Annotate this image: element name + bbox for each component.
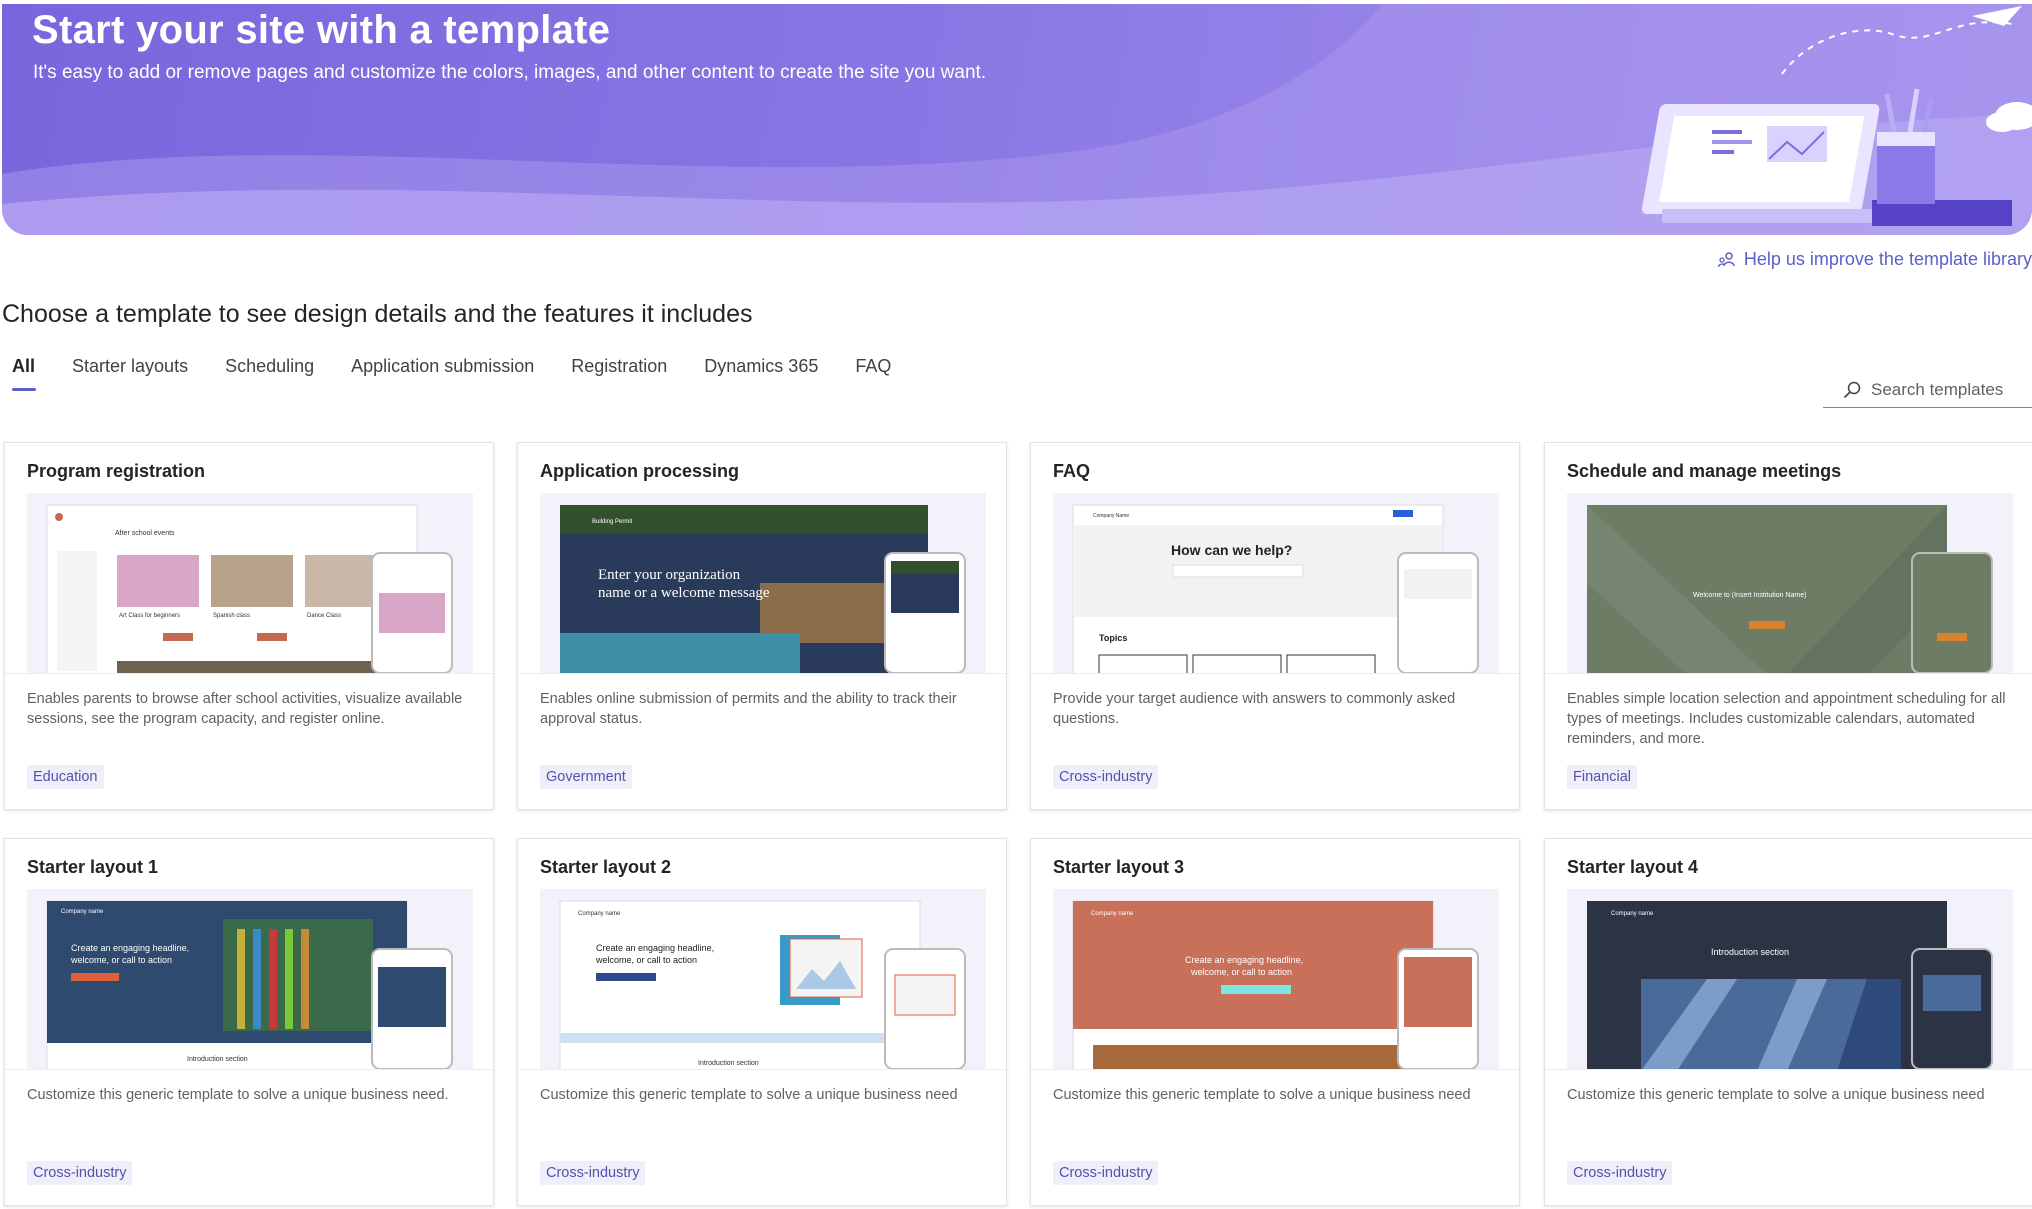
preview-headline-2: welcome, or call to action bbox=[1190, 967, 1292, 977]
preview-intro: Introduction section bbox=[187, 1056, 248, 1063]
preview-card-2: Spanish class bbox=[213, 613, 250, 619]
preview-card-1: Art Class for beginners bbox=[119, 613, 180, 619]
preview-headline-2: welcome, or call to action bbox=[595, 955, 697, 965]
template-card-starter-layout-2[interactable]: Starter layout 2 Company name Create an … bbox=[517, 838, 1007, 1206]
preview-headline-1: Create an engaging headline, bbox=[1185, 955, 1303, 965]
card-description: Provide your target audience with answer… bbox=[1053, 691, 1456, 727]
preview-starter-1-image: Company name Create an engaging headline… bbox=[46, 900, 453, 1069]
section-title: Choose a template to see design details … bbox=[2, 300, 753, 328]
preview-brand: Building Permit bbox=[592, 519, 633, 525]
template-preview: After school events Art Class for beginn… bbox=[27, 493, 473, 673]
card-divider bbox=[1031, 1069, 1519, 1070]
card-title: Application processing bbox=[540, 461, 740, 481]
preview-header: After school events bbox=[115, 530, 175, 537]
template-card-schedule-meetings[interactable]: Schedule and manage meetings Welcome to … bbox=[1544, 442, 2032, 810]
card-divider bbox=[5, 673, 493, 674]
card-description: Enables online submission of permits and… bbox=[540, 691, 957, 727]
industry-tag: Cross-industry bbox=[1567, 1161, 1673, 1185]
template-preview: Company name Create an engaging headline… bbox=[27, 889, 473, 1069]
template-card-program-registration[interactable]: Program registration After school events… bbox=[4, 442, 494, 810]
hero-banner: Start your site with a template It's eas… bbox=[2, 4, 2032, 235]
card-description: Customize this generic template to solve… bbox=[540, 1087, 958, 1103]
card-description: Enables simple location selection and ap… bbox=[1567, 691, 2006, 747]
tab-scheduling[interactable]: Scheduling bbox=[225, 356, 314, 391]
card-title: Starter layout 3 bbox=[1053, 857, 1185, 877]
preview-starter-4-image: Company name Introduction section bbox=[1587, 901, 1993, 1069]
laptop-illustration bbox=[1641, 6, 2032, 226]
template-card-starter-layout-3[interactable]: Starter layout 3 Company name Create an … bbox=[1030, 838, 1520, 1206]
industry-tag: Cross-industry bbox=[1053, 1161, 1159, 1185]
card-divider bbox=[518, 1069, 1006, 1070]
card-divider bbox=[1031, 673, 1519, 674]
card-description: Enables parents to browse after school a… bbox=[27, 691, 463, 727]
template-preview: Company name Introduction section bbox=[1567, 889, 2013, 1069]
tab-starter-layouts[interactable]: Starter layouts bbox=[72, 356, 188, 391]
tab-dynamics-365[interactable]: Dynamics 365 bbox=[704, 356, 818, 391]
industry-tag: Government bbox=[540, 765, 632, 789]
preview-brand: Company name bbox=[1611, 911, 1654, 917]
tab-registration[interactable]: Registration bbox=[571, 356, 667, 391]
card-divider bbox=[5, 1069, 493, 1070]
preview-brand: Company name bbox=[61, 909, 104, 915]
template-preview: Company name Create an engaging headline… bbox=[1053, 889, 1499, 1069]
card-title: FAQ bbox=[1053, 461, 1091, 481]
banner-title: Start your site with a template bbox=[32, 8, 611, 52]
preview-gov-image: Building Permit Enter your organization … bbox=[560, 505, 966, 673]
card-title: Starter layout 4 bbox=[1567, 857, 1699, 877]
template-card-starter-layout-4[interactable]: Starter layout 4 Company name Introducti… bbox=[1544, 838, 2032, 1206]
banner-subtitle: It's easy to add or remove pages and cus… bbox=[33, 62, 987, 83]
template-preview: Company name Create an engaging headline… bbox=[540, 889, 986, 1069]
preview-headline-1: Create an engaging headline, bbox=[71, 943, 189, 953]
preview-headline-1: Create an engaging headline, bbox=[596, 943, 714, 953]
industry-tag: Education bbox=[27, 765, 104, 789]
card-description: Customize this generic template to solve… bbox=[1053, 1087, 1471, 1103]
card-divider bbox=[518, 673, 1006, 674]
industry-tag: Cross-industry bbox=[1053, 765, 1159, 789]
preview-starter-2-image: Company name Create an engaging headline… bbox=[559, 900, 966, 1069]
template-preview: Building Permit Enter your organization … bbox=[540, 493, 986, 673]
preview-headline: How can we help? bbox=[1171, 542, 1292, 558]
preview-brand: Company name bbox=[578, 911, 621, 917]
preview-brand: Company name bbox=[1091, 911, 1134, 917]
preview-brand: Company Name bbox=[1093, 513, 1129, 519]
industry-tag: Cross-industry bbox=[540, 1161, 646, 1185]
tab-all[interactable]: All bbox=[12, 356, 37, 391]
tab-application-submission[interactable]: Application submission bbox=[351, 356, 534, 391]
preview-faq-image: Company Name How can we help? Topics bbox=[1072, 504, 1479, 673]
template-card-application-processing[interactable]: Application processing Building Permit E… bbox=[517, 442, 1007, 810]
card-divider bbox=[1545, 1069, 2032, 1070]
card-title: Starter layout 2 bbox=[540, 857, 672, 877]
preview-headline: Welcome to (Insert Institution Name) bbox=[1693, 592, 1806, 599]
search-placeholder: Search templates bbox=[1871, 379, 2004, 399]
industry-tag: Cross-industry bbox=[27, 1161, 133, 1185]
preview-intro: Introduction section bbox=[1711, 947, 1789, 957]
tab-faq[interactable]: FAQ bbox=[855, 356, 891, 391]
search-templates-input[interactable]: Search templates bbox=[1823, 372, 2032, 408]
card-title: Starter layout 1 bbox=[27, 857, 159, 877]
template-card-faq[interactable]: FAQ Company Name How can we help? Topics… bbox=[1030, 442, 1520, 810]
template-preview: Company Name How can we help? Topics bbox=[1053, 493, 1499, 673]
template-card-starter-layout-1[interactable]: Starter layout 1 Company name Create an … bbox=[4, 838, 494, 1206]
preview-headline-2: welcome, or call to action bbox=[70, 955, 172, 965]
preview-intro: Introduction section bbox=[698, 1060, 759, 1067]
help-improve-label: Help us improve the template library bbox=[1743, 249, 2032, 269]
template-preview: Welcome to (Insert Institution Name) bbox=[1567, 493, 2013, 673]
industry-tag: Financial bbox=[1567, 765, 1638, 789]
preview-starter-3-image: Company name Create an engaging headline… bbox=[1072, 900, 1479, 1069]
card-divider bbox=[1545, 673, 2032, 674]
preview-headline-2: name or a welcome message bbox=[598, 585, 770, 601]
people-icon bbox=[1717, 251, 1735, 267]
card-title: Schedule and manage meetings bbox=[1567, 461, 1842, 481]
preview-edu-image: After school events Art Class for beginn… bbox=[46, 504, 453, 673]
preview-topics: Topics bbox=[1099, 633, 1127, 643]
card-description: Customize this generic template to solve… bbox=[1567, 1087, 1985, 1103]
category-tabs: All Starter layouts Scheduling Applicati… bbox=[12, 356, 928, 391]
preview-headline-1: Enter your organization bbox=[598, 567, 741, 583]
help-improve-link[interactable]: Help us improve the template library bbox=[1717, 249, 2032, 270]
search-icon bbox=[1843, 381, 1861, 398]
preview-fin-image: Welcome to (Insert Institution Name) bbox=[1587, 505, 1993, 673]
card-title: Program registration bbox=[27, 461, 206, 481]
preview-card-3: Dance Class bbox=[307, 613, 341, 619]
card-description: Customize this generic template to solve… bbox=[27, 1087, 449, 1103]
